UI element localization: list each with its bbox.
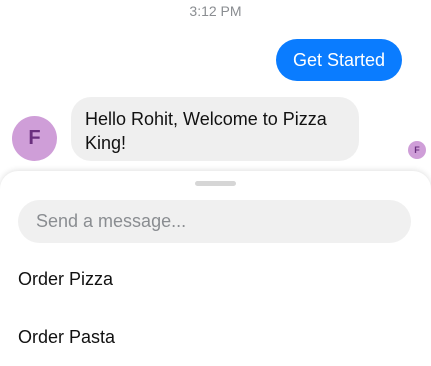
outgoing-message-bubble[interactable]: Get Started [276,39,402,81]
incoming-message-bubble[interactable]: Hello Rohit, Welcome to Pizza King! [71,97,359,161]
quick-reply-order-pizza[interactable]: Order Pizza [18,269,113,290]
seen-indicator-avatar: F [408,141,426,159]
bot-avatar[interactable]: F [12,116,57,161]
sheet-drag-handle[interactable] [195,181,236,186]
quick-reply-order-pasta[interactable]: Order Pasta [18,327,115,348]
message-timestamp: 3:12 PM [189,3,242,19]
message-input[interactable] [18,200,411,243]
quick-reply-sheet: Order Pizza Order Pasta [0,171,431,366]
